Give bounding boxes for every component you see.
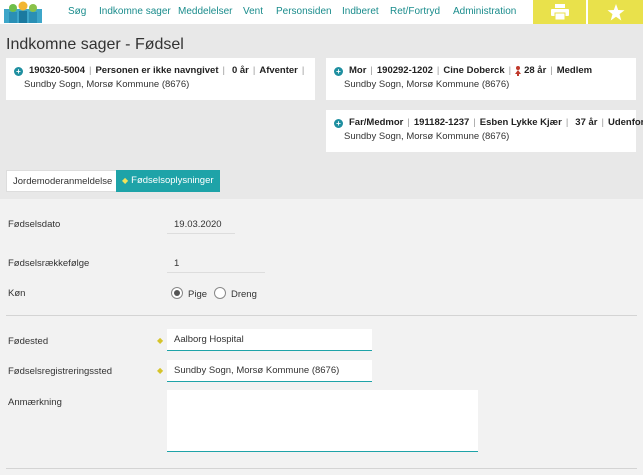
child-status: Afventer — [259, 65, 298, 76]
nav-item-messages[interactable]: Meddelelser — [178, 6, 232, 17]
birth-order-underline — [167, 272, 265, 273]
child-location: Sundby Sogn, Morsø Kommune (8676) — [24, 79, 190, 90]
tab-midwife-report[interactable]: Jordemoderanmeldelse — [6, 170, 120, 192]
child-cpr: 190320-5004 — [29, 65, 85, 76]
nav-item-person-page[interactable]: Personsiden — [276, 6, 332, 17]
registration-place-label: Fødselsregistreringssted — [8, 366, 113, 377]
father-person-card[interactable]: + Far/Medmor | 191182-1237 | Esben Lykke K… — [326, 110, 643, 152]
tab-birth-information[interactable]: ◆ Fødselsoplysninger — [116, 170, 220, 192]
star-icon — [607, 3, 624, 20]
child-person-card[interactable]: + 190320-5004 | Personen er ikke navngive… — [6, 58, 315, 100]
form-divider — [6, 315, 637, 316]
active-tab-marker-icon: ◆ — [122, 176, 129, 185]
father-location: Sundby Sogn, Morsø Kommune (8676) — [344, 131, 510, 142]
gender-radio-boy[interactable] — [214, 287, 226, 299]
birth-date-underline — [167, 233, 235, 234]
birthplace-input[interactable] — [167, 329, 372, 351]
required-marker-icon: ◆ — [157, 366, 164, 375]
mother-cpr: 190292-1202 — [376, 65, 433, 76]
nav-item-edit-undo[interactable]: Ret/Fortryd — [390, 6, 440, 17]
mother-age: 28 år — [524, 65, 547, 76]
registration-place-input[interactable] — [167, 360, 372, 382]
print-button[interactable] — [533, 0, 586, 24]
birthplace-label: Fødested — [8, 336, 49, 347]
nav-item-administration[interactable]: Administration — [453, 6, 516, 17]
gender-label: Køn — [8, 288, 26, 299]
father-cpr: 191182-1237 — [413, 117, 470, 128]
mother-person-card[interactable]: + Mor | 190292-1202 | Cine Doberck | 28 år |… — [326, 58, 636, 100]
nav-item-incoming-cases[interactable]: Indkomne sager — [99, 6, 171, 17]
expand-icon[interactable]: + — [334, 118, 343, 128]
mother-role: Mor — [349, 65, 367, 76]
page-title: Indkomne sager - Fødsel — [6, 36, 184, 53]
child-name: Personen er ikke navngivet — [95, 65, 219, 76]
birth-date-value: 19.03.2020 — [174, 219, 222, 230]
father-status: Udenfor — [607, 117, 643, 128]
gender-option-boy: Dreng — [231, 289, 257, 300]
father-role: Far/Medmor — [349, 117, 404, 128]
remark-textarea[interactable] — [167, 390, 478, 452]
father-age: 37 år — [575, 117, 598, 128]
mother-status: Medlem — [556, 65, 593, 76]
gender-option-girl: Pige — [188, 289, 208, 300]
favorite-button[interactable] — [588, 0, 643, 24]
nav-item-report[interactable]: Indberet — [342, 6, 379, 17]
birth-order-label: Fødselsrækkefølge — [8, 258, 90, 269]
top-navigation: Søg Indkomne sager Meddelelser Vent Pers… — [0, 0, 643, 24]
child-age: 0 år — [231, 65, 249, 76]
father-name: Esben Lykke Kjær — [479, 117, 562, 128]
birth-order-value: 1 — [174, 258, 180, 269]
mother-name: Cine Doberck — [443, 65, 505, 76]
required-marker-icon: ◆ — [157, 336, 164, 345]
birth-date-label: Fødselsdato — [8, 219, 61, 230]
printer-icon — [550, 4, 569, 20]
nav-item-search[interactable]: Søg — [68, 6, 86, 17]
expand-icon[interactable]: + — [14, 66, 23, 76]
female-icon — [515, 66, 522, 76]
mother-location: Sundby Sogn, Morsø Kommune (8676) — [344, 79, 510, 90]
gender-radio-girl[interactable] — [171, 287, 183, 299]
logo-icon[interactable] — [4, 1, 42, 23]
expand-icon[interactable]: + — [334, 66, 343, 76]
form-divider — [6, 468, 637, 469]
nav-item-wait[interactable]: Vent — [243, 6, 263, 17]
remark-label: Anmærkning — [8, 397, 62, 408]
